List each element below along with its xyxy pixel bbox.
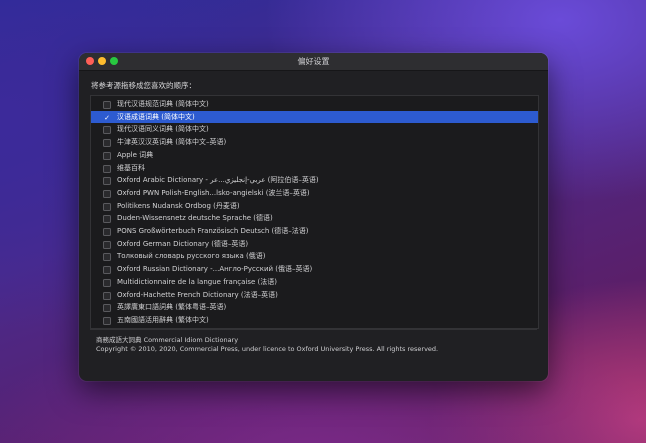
dictionary-checkbox[interactable]: ✓: [103, 114, 111, 122]
dictionary-row[interactable]: ✓ 汉语成语词典 (简体中文): [91, 110, 538, 124]
dictionary-checkbox[interactable]: [103, 151, 111, 160]
dictionary-label: 现代汉语规范词典 (简体中文): [117, 100, 209, 108]
instruction-text: 将参考源拖移成您喜欢的顺序：: [91, 81, 196, 90]
dictionary-label: 英譯廣東口語詞典 (繁体粤语–英语): [117, 303, 227, 312]
dictionary-row[interactable]: Oxford Russian Dictionary -...Англо-Русс…: [91, 263, 538, 276]
dictionary-row[interactable]: Толковый словарь русского языка (俄语): [91, 250, 538, 263]
dictionary-info: 商務成語大詞典 Commercial Idiom Dictionary Copy…: [96, 336, 438, 353]
dictionary-checkbox[interactable]: [103, 202, 111, 211]
info-title: 商務成語大詞典 Commercial Idiom Dictionary: [96, 336, 239, 344]
dictionary-checkbox[interactable]: [103, 215, 111, 224]
dictionary-row[interactable]: Apple 词典: [91, 149, 538, 162]
dictionary-row[interactable]: 现代汉语同义词典 (简体中文): [91, 123, 538, 136]
dictionary-label: Multidictionnaire de la langue française…: [117, 277, 277, 286]
checkmark-icon: ✓: [104, 113, 110, 122]
dictionary-list[interactable]: 现代汉语规范词典 (简体中文) ✓ 汉语成语词典 (简体中文) 现代汉语同义词典 (简…: [90, 95, 539, 329]
dictionary-label: Oxford-Hachette French Dictionary (法语–英语…: [117, 290, 278, 299]
dictionary-row[interactable]: 维基百科: [91, 162, 538, 175]
dictionary-checkbox[interactable]: [103, 164, 111, 173]
title-bar[interactable]: 偏好设置: [79, 53, 548, 71]
dictionary-checkbox[interactable]: [103, 278, 111, 287]
dictionary-checkbox[interactable]: [103, 316, 111, 325]
dictionary-row[interactable]: 牛津英汉汉英词典 (简体中文–英语): [91, 136, 538, 149]
dictionary-label: PONS Großwörterbuch Französisch Deutsch …: [117, 227, 309, 235]
dictionary-label: Толковый словарь русского языка (俄语): [117, 252, 266, 261]
dictionary-checkbox[interactable]: [103, 228, 111, 236]
dictionary-label: 牛津英汉汉英词典 (简体中文–英语): [117, 138, 227, 147]
dictionary-row[interactable]: Politikens Nudansk Ordbog (丹麦语): [91, 200, 538, 213]
dictionary-row[interactable]: 英譯廣東口語詞典 (繁体粤语–英语): [91, 301, 538, 314]
dictionary-row[interactable]: Oxford German Dictionary (德语–英语): [91, 238, 538, 251]
dictionary-label: 维基百科: [117, 163, 145, 172]
dictionary-label: Politikens Nudansk Ordbog (丹麦语): [117, 201, 240, 210]
dictionary-label: 汉语成语词典 (简体中文): [117, 112, 195, 121]
dictionary-checkbox[interactable]: [103, 126, 111, 135]
dictionary-row[interactable]: Oxford Arabic Dictionary - عربي-إنجليزي.…: [91, 174, 538, 187]
dictionary-row[interactable]: Duden-Wissensnetz deutsche Sprache (德语): [91, 212, 538, 225]
dictionary-checkbox[interactable]: [103, 253, 111, 262]
dictionary-label: 五南國語活用辭典 (繁体中文): [117, 315, 209, 324]
dictionary-checkbox[interactable]: [103, 189, 111, 198]
dictionary-label: Apple 词典: [117, 150, 154, 159]
dictionary-label: Oxford PWN Polish-English...lsko-angiels…: [117, 188, 310, 197]
dictionary-row[interactable]: Oxford-Hachette French Dictionary (法语–英语…: [91, 289, 538, 302]
dictionary-label: Duden-Wissensnetz deutsche Sprache (德语): [117, 214, 273, 223]
dictionary-label: Oxford Russian Dictionary -...Англо-Русс…: [117, 265, 313, 274]
dictionary-checkbox[interactable]: [103, 139, 111, 148]
dictionary-checkbox[interactable]: [103, 101, 111, 109]
dictionary-checkbox[interactable]: [103, 266, 111, 275]
window-title: 偏好设置: [297, 57, 330, 66]
dictionary-label: Oxford Arabic Dictionary - عربي-إنجليزي.…: [117, 176, 319, 185]
info-copyright: Copyright © 2010, 2020, Commercial Press…: [96, 344, 439, 353]
dictionary-label: 现代汉语同义词典 (简体中文): [117, 125, 209, 134]
dictionary-row[interactable]: 现代汉语规范词典 (简体中文): [91, 98, 538, 111]
dictionary-checkbox[interactable]: [103, 304, 111, 313]
dictionary-row[interactable]: Multidictionnaire de la langue française…: [91, 276, 538, 289]
preferences-window: 偏好设置 将参考源拖移成您喜欢的顺序： 现代汉语规范词典 (简体中文) ✓ 汉语成语…: [79, 53, 548, 381]
dictionary-checkbox[interactable]: [103, 177, 111, 186]
dictionary-row[interactable]: 五南國語活用辭典 (繁体中文): [91, 314, 538, 327]
dictionary-checkbox[interactable]: [103, 291, 111, 300]
dictionary-checkbox[interactable]: [103, 240, 111, 249]
dictionary-row[interactable]: PONS Großwörterbuch Französisch Deutsch …: [91, 225, 538, 238]
divider: [90, 329, 537, 330]
dictionary-label: Oxford German Dictionary (德语–英语): [117, 239, 249, 248]
dictionary-row[interactable]: Oxford PWN Polish-English...lsko-angiels…: [91, 187, 538, 200]
